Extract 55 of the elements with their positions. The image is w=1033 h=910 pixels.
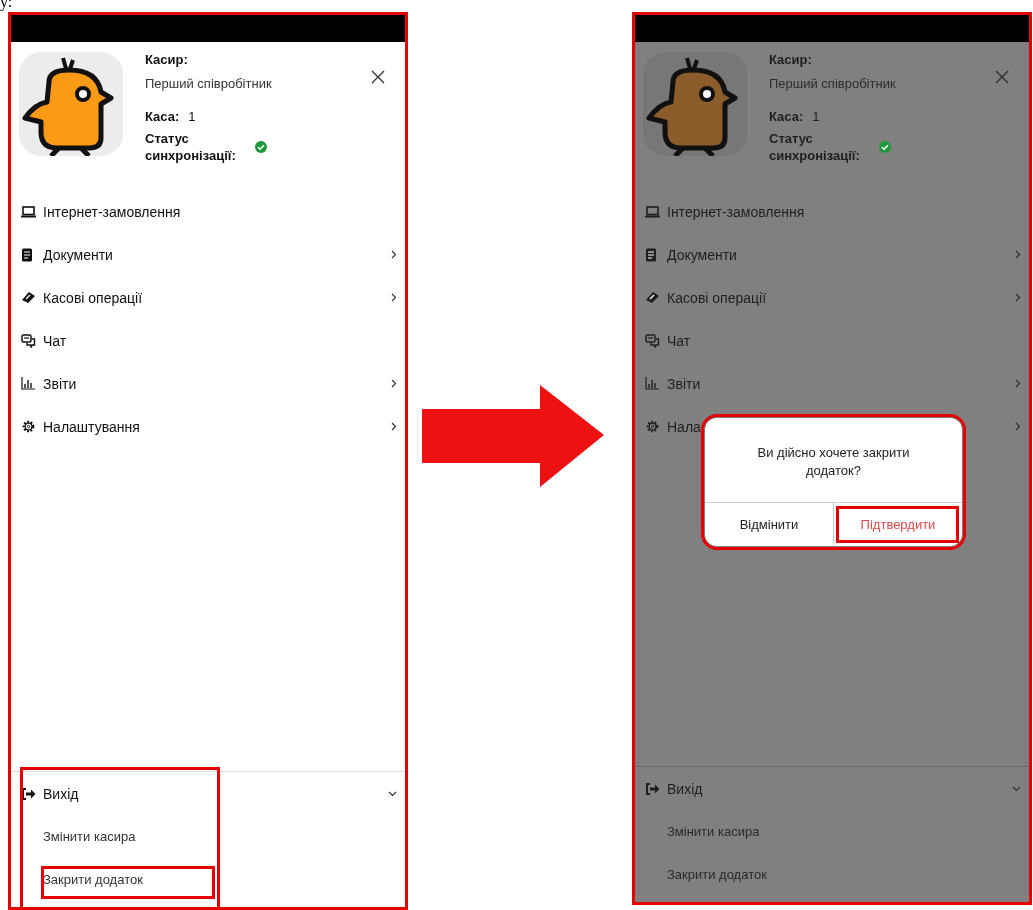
register-number: 1 (188, 109, 196, 124)
confirm-button[interactable]: Підтвердити (833, 503, 962, 546)
menu-item[interactable]: Звіти (11, 362, 405, 405)
menu-item[interactable]: Звіти (635, 362, 1029, 405)
menu-item[interactable]: Вихід (11, 772, 405, 815)
cashier-name: Перший співробітник (145, 76, 272, 91)
chat-icon (645, 333, 660, 348)
menu-item[interactable]: Інтернет-замовлення (635, 190, 1029, 233)
chevron-right-icon (391, 250, 397, 259)
menu-item[interactable]: Документи (635, 233, 1029, 276)
document-icon (21, 247, 33, 262)
chevron-right-icon (391, 422, 397, 431)
cashier-name: Перший співробітник (769, 76, 896, 91)
chevron-right-icon (1015, 250, 1021, 259)
banknotes-icon (645, 291, 660, 304)
bar-chart-icon (645, 377, 659, 390)
menu-item[interactable]: Вихід (635, 767, 1029, 810)
chevron-down-icon (388, 790, 397, 797)
submenu-item[interactable]: Змінити касира (667, 824, 760, 839)
submenu-item[interactable]: Змінити касира (43, 829, 136, 844)
chevron-right-icon (1015, 422, 1021, 431)
menu-item[interactable]: Касові операції (11, 276, 405, 319)
chevron-right-icon (391, 379, 397, 388)
chevron-right-icon (1015, 293, 1021, 302)
register-label: Каса: (769, 109, 804, 124)
gear-icon (21, 419, 36, 434)
chevron-down-icon (1012, 785, 1021, 792)
submenu-item[interactable]: Закрити додаток (43, 872, 143, 887)
gear-icon (645, 419, 660, 434)
menu-item[interactable]: Касові операції (635, 276, 1029, 319)
chevron-right-icon (1015, 379, 1021, 388)
exit-icon (21, 787, 36, 800)
sync-status-label: Статус синхронізації: (769, 130, 861, 164)
menu-item[interactable]: Інтернет-замовлення (11, 190, 405, 233)
chat-icon (21, 333, 36, 348)
submenu-item[interactable]: Закрити додаток (667, 867, 767, 882)
cancel-button[interactable]: Відмінити (705, 503, 833, 546)
sync-status-label: Статус синхронізації: (145, 130, 237, 164)
bar-chart-icon (21, 377, 35, 390)
register-number: 1 (812, 109, 820, 124)
menu-item[interactable]: Чат (635, 319, 1029, 362)
banknotes-icon (21, 291, 36, 304)
register-label: Каса: (145, 109, 180, 124)
menu-item[interactable]: Налаштування (11, 405, 405, 448)
exit-icon (645, 782, 660, 795)
menu-item[interactable]: Документи (11, 233, 405, 276)
cashier-label: Касир: (769, 52, 813, 67)
chevron-right-icon (391, 293, 397, 302)
caption-text: у: (0, 0, 13, 10)
laptop-icon (645, 205, 660, 218)
cashier-label: Касир: (145, 52, 189, 67)
menu-item[interactable]: Чат (11, 319, 405, 362)
laptop-icon (21, 205, 36, 218)
document-icon (645, 247, 657, 262)
close-icon[interactable] (371, 70, 385, 84)
